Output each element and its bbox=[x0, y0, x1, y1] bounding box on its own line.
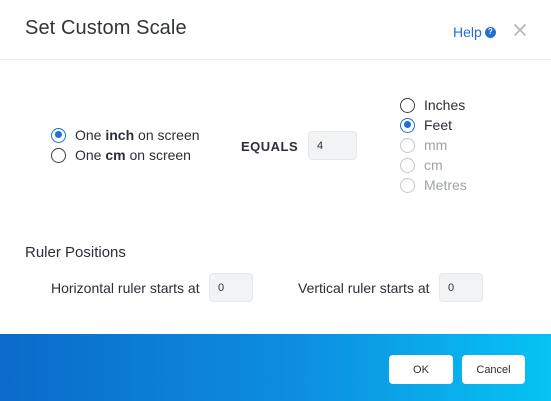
scale-value-input[interactable]: 4 bbox=[308, 131, 357, 160]
vertical-ruler-label: Vertical ruler starts at bbox=[298, 280, 430, 296]
radio-one-inch[interactable]: One inch on screen bbox=[51, 127, 200, 143]
radio-circle bbox=[400, 177, 415, 193]
close-icon[interactable] bbox=[512, 22, 528, 38]
radio-mm: mm bbox=[400, 137, 447, 153]
radio-label-inches: Inches bbox=[424, 97, 466, 113]
question-circle-icon: ? bbox=[484, 26, 496, 38]
radio-label-metres: Metres bbox=[424, 177, 467, 193]
ruler-positions-title: Ruler Positions bbox=[25, 244, 126, 261]
radio-label-one-inch: One inch on screen bbox=[75, 127, 200, 143]
horizontal-ruler-label: Horizontal ruler starts at bbox=[51, 280, 200, 296]
radio-label-feet: Feet bbox=[424, 117, 453, 133]
radio-metres: Metres bbox=[400, 177, 467, 193]
equals-label: EQUALS bbox=[241, 139, 299, 154]
radio-circle bbox=[400, 157, 415, 173]
ok-button[interactable]: OK bbox=[389, 355, 453, 384]
radio-cm: cm bbox=[400, 157, 443, 173]
radio-one-cm[interactable]: One cm on screen bbox=[51, 147, 191, 163]
dialog-header: Set Custom Scale Help ? bbox=[0, 0, 551, 60]
radio-circle-checked bbox=[400, 117, 415, 133]
radio-circle bbox=[400, 137, 415, 153]
radio-circle bbox=[51, 147, 66, 163]
radio-circle bbox=[400, 97, 415, 113]
dialog-title: Set Custom Scale bbox=[25, 17, 187, 39]
help-link[interactable]: Help ? bbox=[453, 24, 496, 40]
custom-scale-dialog: Set Custom Scale Help ? One inch on scre… bbox=[0, 0, 551, 401]
radio-circle-checked bbox=[51, 127, 66, 143]
radio-inches[interactable]: Inches bbox=[400, 97, 465, 113]
radio-label-mm: mm bbox=[424, 137, 448, 153]
vertical-ruler-input[interactable]: 0 bbox=[439, 273, 483, 302]
horizontal-ruler-input[interactable]: 0 bbox=[209, 273, 253, 302]
radio-label-one-cm: One cm on screen bbox=[75, 147, 191, 163]
radio-label-cm: cm bbox=[424, 157, 443, 173]
dialog-footer: OK Cancel bbox=[0, 334, 551, 401]
cancel-button[interactable]: Cancel bbox=[462, 355, 525, 384]
radio-feet[interactable]: Feet bbox=[400, 117, 452, 133]
help-label: Help bbox=[453, 24, 482, 40]
